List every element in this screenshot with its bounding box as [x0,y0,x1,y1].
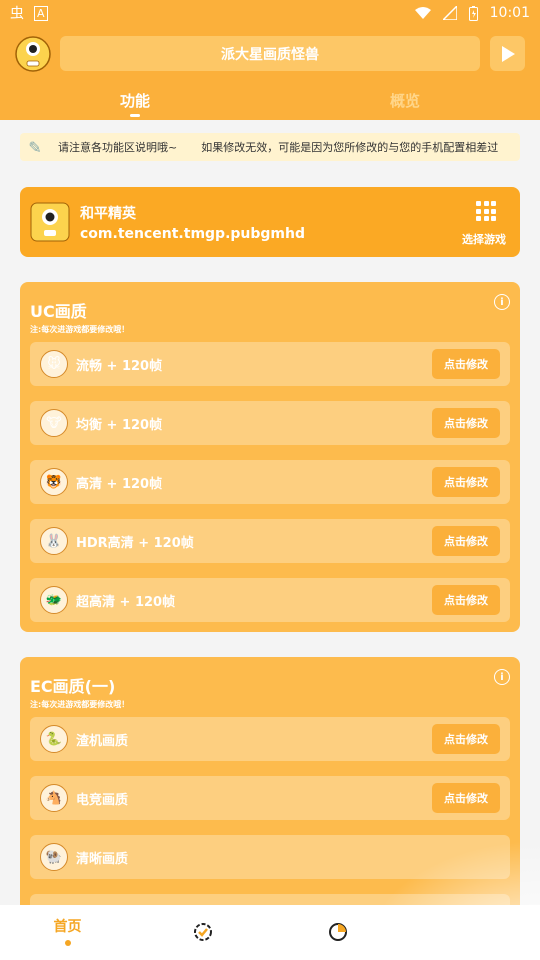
game-name: 和平精英 [80,206,136,222]
gear-check-icon [193,923,212,941]
list-item: 🐰 HDR高清 + 120帧 点击修改 [30,519,510,563]
game-card: 和平精英 com.tencent.tmgp.pubgmhd 选择游戏 [20,187,520,257]
modify-button[interactable]: 点击修改 [432,349,500,379]
item-label: 电竞画质 [76,792,129,808]
notice-text-2: 如果修改无效，可能是因为您所修改的与您的手机配置相差过 [201,141,499,154]
section-title: UC画质 [30,302,87,321]
item-label: HDR高清 + 120帧 [76,535,194,551]
nav-stats[interactable] [270,905,405,960]
rabbit-icon: 🐰 [40,527,68,555]
app-logo-icon[interactable] [14,36,52,72]
uc-quality-section: UC画质 注:每次进游戏都要修改哦！ i 🐭 流畅 + 120帧 点击修改 🐮 … [20,282,520,632]
section-title: EC画质(一) [30,677,116,696]
signal-icon [442,6,457,20]
list-item: 🐍 渣机画质 点击修改 [30,717,510,761]
nav-home[interactable]: 首页 [0,905,135,960]
active-tab-indicator [130,114,140,117]
list-item: 🐮 均衡 + 120帧 点击修改 [30,401,510,445]
bottom-nav: 首页 [0,905,540,960]
section-note: 注:每次进游戏都要修改哦！ [30,325,130,334]
play-button[interactable] [490,36,525,71]
ec-quality-section: EC画质(一) 注:每次进游戏都要修改哦！ i 🐍 渣机画质 点击修改 🐴 电竞… [20,657,520,938]
modify-button[interactable]: 点击修改 [432,526,500,556]
list-item: 🐭 流畅 + 120帧 点击修改 [30,342,510,386]
modify-button[interactable]: 点击修改 [432,408,500,438]
nav-empty [405,905,540,960]
notice-marquee: ✎ 请注意各功能区说明哦~ 如果修改无效，可能是因为您所修改的与您的手机配置相差… [20,133,520,161]
modify-button[interactable]: 点击修改 [432,585,500,615]
list-item: 🐏 清晰画质 [30,835,510,879]
item-label: 超高清 + 120帧 [76,594,176,610]
info-icon[interactable]: i [494,669,510,685]
item-label: 清晰画质 [76,851,129,867]
item-label: 均衡 + 120帧 [76,417,163,433]
select-game-button[interactable]: 选择游戏 [462,231,506,247]
app-header: 派大星画质怪兽 功能 概览 [0,26,540,120]
app-title: 派大星画质怪兽 [60,36,480,71]
item-label: 高清 + 120帧 [76,476,163,492]
modify-button[interactable]: 点击修改 [432,783,500,813]
mouse-icon: 🐭 [40,350,68,378]
app-notification-icon: 虫 [10,6,24,22]
cow-icon: 🐮 [40,409,68,437]
nav-home-label: 首页 [53,919,82,935]
list-item: 🐴 电竞画质 点击修改 [30,776,510,820]
info-icon[interactable]: i [494,294,510,310]
clock: 10:01 [489,5,530,21]
grid-icon[interactable] [476,201,496,221]
notice-text-1: 请注意各功能区说明哦~ [58,141,178,154]
dragon-icon: 🐲 [40,586,68,614]
modify-button[interactable]: 点击修改 [432,724,500,754]
goat-icon: 🐏 [40,843,68,871]
list-item: 🐲 超高清 + 120帧 点击修改 [30,578,510,622]
wifi-icon [414,7,431,19]
section-note: 注:每次进游戏都要修改哦！ [30,700,130,709]
game-avatar-icon [30,202,70,242]
snake-icon: 🐍 [40,725,68,753]
battery-icon [468,5,478,21]
item-label: 流畅 + 120帧 [76,358,163,374]
play-icon [501,45,515,62]
list-item: 🐯 高清 + 120帧 点击修改 [30,460,510,504]
game-package: com.tencent.tmgp.pubgmhd [80,226,305,242]
a-notification-icon: A [34,5,48,21]
horse-icon: 🐴 [40,784,68,812]
cat-mascot-icon: ✎ [28,137,42,157]
tiger-icon: 🐯 [40,468,68,496]
nav-tools[interactable] [135,905,270,960]
status-bar: 虫 A 10:01 [0,0,540,26]
pie-chart-icon [328,923,347,941]
active-dot [64,940,71,946]
tab-overview[interactable]: 概览 [390,90,420,111]
tab-functions[interactable]: 功能 [120,90,150,111]
modify-button[interactable]: 点击修改 [432,467,500,497]
item-label: 渣机画质 [76,733,129,749]
